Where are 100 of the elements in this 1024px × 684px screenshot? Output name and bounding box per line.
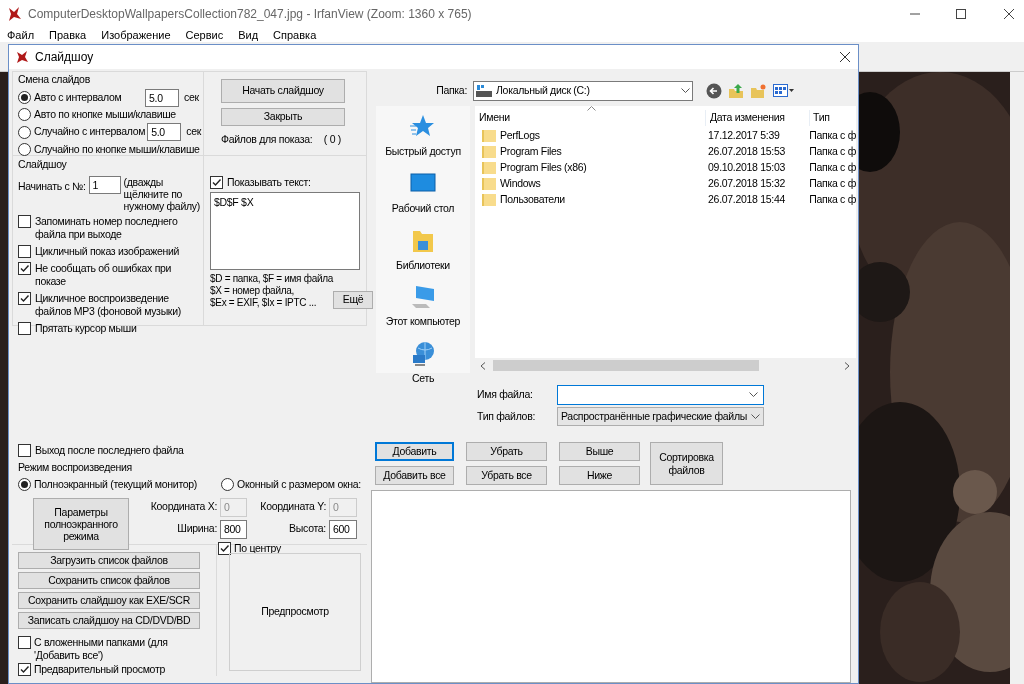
new-folder-icon <box>750 83 767 99</box>
column-header[interactable]: Имени <box>475 110 705 126</box>
button[interactable]: Записать слайдшоу на CD/DVD/BD <box>18 612 200 629</box>
table-cell-text: Папка с ф <box>808 176 856 192</box>
sidebar-item[interactable]: Быстрый доступ <box>385 114 461 160</box>
menu-item[interactable]: Сервис <box>185 26 224 44</box>
file-name[interactable]: Пользователи <box>500 192 565 208</box>
checkbox-label: По центру <box>234 541 281 555</box>
file-name[interactable]: Program Files (x86) <box>500 160 587 176</box>
checkbox-label: Прятать курсор мыши <box>35 322 137 335</box>
file-name[interactable]: PerfLogs <box>500 128 540 144</box>
checkbox-label: Цикличный показ изображений <box>35 245 180 258</box>
file-name[interactable]: Windows <box>500 176 541 192</box>
back-icon <box>706 83 722 99</box>
button[interactable]: Выше <box>559 442 640 461</box>
checkbox-label: Показывать текст: <box>227 176 311 189</box>
sidebar-item[interactable]: Рабочий стол <box>391 170 455 217</box>
field-label: Ширина: <box>176 521 217 537</box>
text-area[interactable]: $D$F $X <box>210 192 360 270</box>
button[interactable]: Сортировка файлов <box>650 442 723 485</box>
button[interactable]: Параметры полноэкранного режима <box>33 497 129 550</box>
file-list[interactable] <box>475 106 856 373</box>
radio-button[interactable] <box>18 91 31 104</box>
button[interactable]: Убрать <box>466 442 547 461</box>
group-label: Смена слайдов <box>18 73 90 86</box>
computer-icon <box>410 284 436 311</box>
button[interactable]: Убрать все <box>466 466 547 485</box>
view-menu-icon <box>773 84 795 98</box>
button[interactable]: Закрыть <box>221 108 345 126</box>
field-label: Папка: <box>435 83 467 99</box>
radio-button[interactable] <box>18 478 31 492</box>
text-field[interactable]: 600 <box>329 519 357 539</box>
button[interactable]: Ещё <box>333 291 373 309</box>
column-header[interactable]: Дата изменения <box>705 110 809 126</box>
text-field[interactable]: 5.0 <box>145 88 179 107</box>
menu-item[interactable]: Файл <box>7 26 35 44</box>
table-cell-text: 26.07.2018 15:53 <box>707 144 787 160</box>
button[interactable]: Сохранить список файлов <box>18 572 200 589</box>
chevron-down-icon <box>749 392 758 398</box>
folder-icon <box>482 161 496 175</box>
sidebar-item[interactable]: Библиотеки <box>396 227 450 274</box>
checkbox-label: С вложенными папками (для 'Добавить все') <box>34 636 168 662</box>
checkbox[interactable] <box>18 262 31 275</box>
field-label: Высота: <box>288 521 326 537</box>
text-field[interactable]: 800 <box>220 519 247 539</box>
radio-button[interactable] <box>18 143 31 157</box>
radio-button[interactable] <box>18 108 31 122</box>
checkbox-label: Не сообщать об ошибках при показе <box>35 262 173 288</box>
menu-item[interactable]: Изображение <box>101 26 171 44</box>
checkbox[interactable] <box>18 636 31 649</box>
radio-label: Оконный с размером окна: <box>237 477 361 492</box>
folder-dropdown[interactable]: Локальный диск (C:) <box>473 81 693 101</box>
table-cell-text: 26.07.2018 15:32 <box>707 176 787 192</box>
table-cell-text: 17.12.2017 5:39 <box>707 128 781 144</box>
maximize-icon <box>956 9 966 19</box>
scroll-right-icon <box>844 361 850 370</box>
checkbox[interactable] <box>210 176 223 189</box>
column-header[interactable]: Тип <box>809 110 856 126</box>
folder-icon <box>482 145 496 159</box>
radio-button[interactable] <box>221 478 235 492</box>
field-label: Начинать с №: <box>18 179 86 194</box>
menu-item[interactable]: Правка <box>49 26 87 44</box>
checkbox-label: Запоминать номер последнего файла при выходе <box>35 215 179 241</box>
checkbox[interactable] <box>18 215 31 228</box>
filetype-dropdown[interactable]: Распространённые графические файлы <box>557 407 764 426</box>
menu-item[interactable]: Справка <box>273 26 317 44</box>
radio-label: Авто с интервалом <box>34 89 122 105</box>
file-name[interactable]: Program Files <box>500 144 562 160</box>
files-count-label: Файлов для показа: <box>221 132 313 147</box>
scrollbar[interactable] <box>475 358 856 373</box>
menu-item[interactable]: Вид <box>238 26 259 44</box>
checkbox[interactable] <box>18 245 31 258</box>
button[interactable]: Добавить <box>375 442 454 461</box>
sidebar-item[interactable]: Сеть <box>410 341 436 387</box>
folder-icon <box>482 177 496 191</box>
chevron-down-icon <box>681 88 690 94</box>
radio-label: Авто по кнопке мыши/клавише <box>34 107 176 122</box>
checkbox[interactable] <box>18 322 31 335</box>
filename-field[interactable] <box>557 385 764 405</box>
button[interactable]: Загрузить список файлов <box>18 552 200 569</box>
checkbox[interactable] <box>18 663 31 676</box>
button[interactable]: Ниже <box>559 466 640 485</box>
scroll-left-icon <box>480 361 486 370</box>
button[interactable]: Сохранить слайдшоу как EXE/SCR <box>18 592 200 609</box>
text-field[interactable]: 1 <box>88 176 121 194</box>
sort-caret-icon <box>587 106 596 111</box>
checkbox[interactable] <box>218 541 231 555</box>
text-field[interactable]: 5.0 <box>147 123 182 142</box>
table-cell-text: Папка с ф <box>808 128 856 144</box>
scrollbar[interactable] <box>1010 72 1024 684</box>
checkbox[interactable] <box>18 444 31 457</box>
sidebar-item[interactable]: Этот компьютер <box>385 284 461 330</box>
table-cell-text: Папка с ф <box>808 192 856 208</box>
close-icon <box>840 52 850 62</box>
button[interactable]: Добавить все <box>375 466 454 485</box>
dialog-title: Слайдшоу <box>35 49 94 66</box>
radio-button[interactable] <box>18 125 31 139</box>
button[interactable]: Начать слайдшоу <box>221 79 345 103</box>
checkbox-label: Предварительный просмотр <box>34 663 165 676</box>
checkbox[interactable] <box>18 292 31 305</box>
